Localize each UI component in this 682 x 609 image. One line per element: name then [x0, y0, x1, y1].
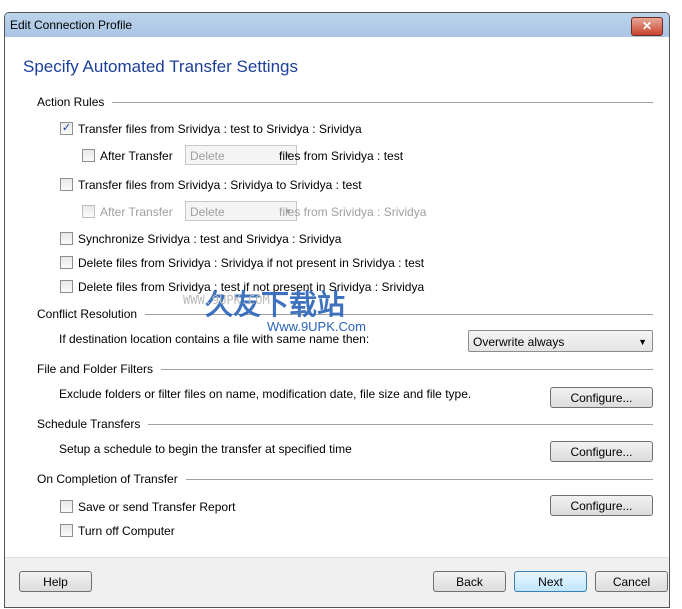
close-button[interactable]: ✕	[631, 17, 663, 36]
back-button[interactable]: Back	[433, 571, 506, 592]
conflict-label: If destination location contains a file …	[59, 332, 370, 346]
after2-checkbox[interactable]	[82, 205, 95, 218]
section-label: File and Folder Filters	[37, 362, 154, 376]
delete2-checkbox[interactable]	[60, 280, 73, 293]
schedule-configure-button[interactable]: Configure...	[550, 441, 653, 462]
delete1-label: Delete files from Srividya : Srividya if…	[78, 256, 425, 270]
section-label: On Completion of Transfer	[37, 472, 178, 486]
watermark-url-small: WWW.9UPK.COM	[183, 293, 270, 307]
after2-label: After Transfer	[100, 205, 173, 219]
dialog-window: Edit Connection Profile ✕ Specify Automa…	[4, 12, 670, 608]
watermark-url: Www.9UPK.Com	[267, 319, 366, 334]
sync-checkbox[interactable]	[60, 232, 73, 245]
help-button[interactable]: Help	[19, 571, 92, 592]
schedule-text: Setup a schedule to begin the transfer a…	[59, 442, 352, 456]
rule1-checkbox[interactable]: ✓	[60, 122, 73, 135]
section-filters: File and Folder Filters	[37, 362, 653, 376]
after1-label: After Transfer	[100, 149, 173, 163]
section-label: Schedule Transfers	[37, 417, 141, 431]
cancel-button[interactable]: Cancel	[595, 571, 668, 592]
conflict-select[interactable]: Overwrite always ▼	[468, 330, 653, 352]
page-heading: Specify Automated Transfer Settings	[23, 57, 298, 76]
footer-bar: Help Back Next Cancel	[5, 557, 669, 607]
filters-text: Exclude folders or filter files on name,…	[59, 387, 472, 401]
after2-suffix: files from Srividya : Srividya	[279, 205, 427, 219]
shutdown-label: Turn off Computer	[78, 524, 175, 538]
rule2-label: Transfer files from Srividya : Srividya …	[78, 178, 362, 192]
sync-label: Synchronize Srividya : test and Srividya…	[78, 232, 342, 246]
section-action-rules: Action Rules	[37, 95, 653, 109]
delete1-checkbox[interactable]	[60, 256, 73, 269]
section-label: Conflict Resolution	[37, 307, 138, 321]
report-label: Save or send Transfer Report	[78, 500, 236, 514]
rule2-checkbox[interactable]	[60, 178, 73, 191]
section-schedule: Schedule Transfers	[37, 417, 653, 431]
chevron-down-icon: ▼	[638, 337, 647, 347]
shutdown-checkbox[interactable]	[60, 524, 73, 537]
title-bar: Edit Connection Profile	[5, 13, 669, 37]
rule1-label: Transfer files from Srividya : test to S…	[78, 122, 362, 136]
section-completion: On Completion of Transfer	[37, 472, 653, 486]
report-configure-button[interactable]: Configure...	[550, 495, 653, 516]
after1-checkbox[interactable]	[82, 149, 95, 162]
window-title: Edit Connection Profile	[10, 18, 133, 32]
after1-suffix: files from Srividya : test	[279, 149, 404, 163]
report-checkbox[interactable]	[60, 500, 73, 513]
section-label: Action Rules	[37, 95, 105, 109]
next-button[interactable]: Next	[514, 571, 587, 592]
filters-configure-button[interactable]: Configure...	[550, 387, 653, 408]
